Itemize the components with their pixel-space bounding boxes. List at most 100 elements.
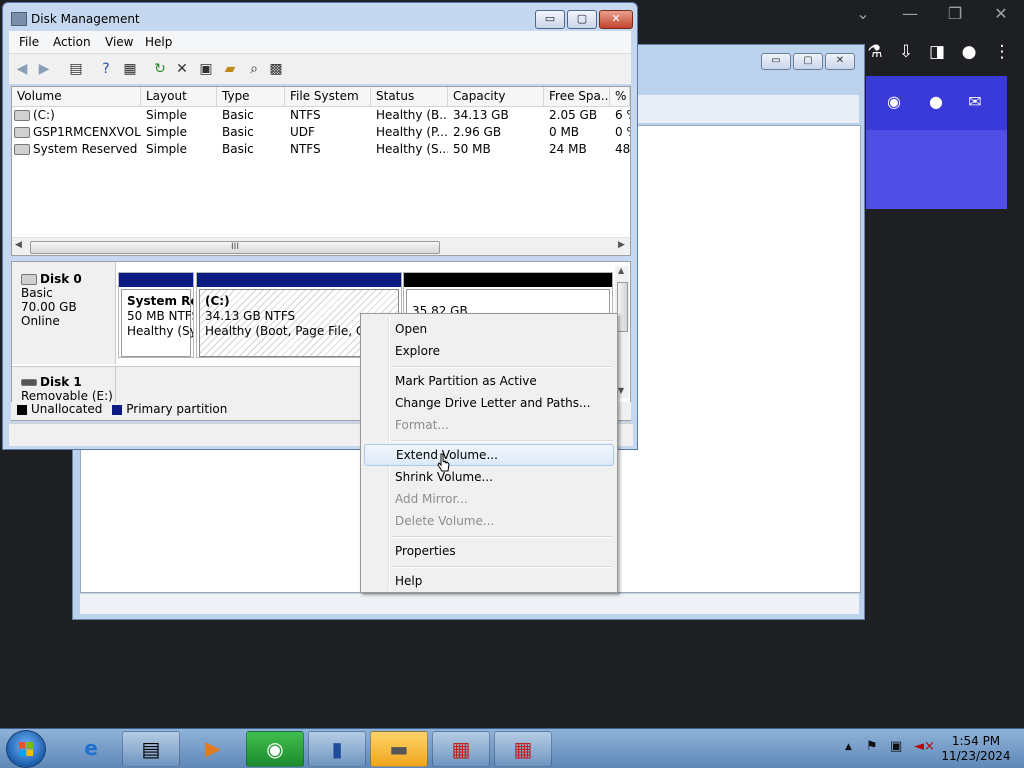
column-volume[interactable]: Volume <box>12 87 141 106</box>
free-space-cell: 2.05 GB <box>549 108 598 122</box>
free-space-cell: 0 MB <box>549 125 580 139</box>
layout-cell: Simple <box>146 142 187 156</box>
more-icon[interactable]: ⋮ <box>989 42 1015 62</box>
status-cell: Healthy (S... <box>376 142 448 156</box>
volume-name: (C:) <box>33 108 55 122</box>
menu-view[interactable]: View <box>105 35 133 49</box>
sidebar-icon[interactable]: ◨ <box>924 42 950 62</box>
flag-icon[interactable]: ⚑ <box>866 739 878 754</box>
menu-separator <box>391 536 613 538</box>
mail-icon[interactable]: ✉ <box>962 92 988 111</box>
minimize-icon[interactable]: — <box>895 4 925 23</box>
back-icon[interactable]: ◀ <box>13 60 31 78</box>
column-percent-free[interactable]: % F <box>610 87 630 106</box>
minimize-button[interactable]: ▭ <box>535 10 565 29</box>
free-space-cell: 24 MB <box>549 142 587 156</box>
column-status[interactable]: Status <box>371 87 448 106</box>
network-tool-icon[interactable]: ▮ <box>308 731 366 767</box>
toolbox-icon[interactable]: ▦ <box>494 731 552 767</box>
show-hidden-icons-icon[interactable]: ▲ <box>845 742 852 752</box>
internet-explorer-icon[interactable]: e <box>62 731 120 767</box>
restore-icon[interactable]: ❐ <box>940 4 970 23</box>
table-row[interactable]: (C:) Simple Basic NTFS Healthy (B... 34.… <box>12 107 630 124</box>
menu-add-mirror: Add Mirror... <box>395 492 468 506</box>
chevron-down-icon[interactable]: ⌄ <box>848 4 878 23</box>
discord-icon[interactable]: ◉ <box>881 92 907 111</box>
forward-icon[interactable]: ▶ <box>35 60 53 78</box>
partition-bar <box>197 273 401 287</box>
menu-format: Format... <box>395 418 449 432</box>
scanner-icon[interactable]: ▬ <box>370 731 428 767</box>
column-file-system[interactable]: File System <box>285 87 371 106</box>
refresh-icon[interactable]: ↻ <box>151 60 169 78</box>
removable-disk-icon <box>21 379 37 386</box>
filesystem-cell: NTFS <box>290 108 321 122</box>
start-button[interactable] <box>6 730 46 768</box>
column-capacity[interactable]: Capacity <box>448 87 544 106</box>
menu-properties[interactable]: Properties <box>364 540 614 562</box>
properties-icon[interactable]: ▣ <box>197 60 215 78</box>
scroll-right-icon[interactable]: ▶ <box>618 240 625 250</box>
menu-change-drive-letter[interactable]: Change Drive Letter and Paths... <box>364 392 614 414</box>
menu-file[interactable]: File <box>19 35 39 49</box>
menu-help-item[interactable]: Help <box>364 570 614 592</box>
column-free-space[interactable]: Free Spa... <box>544 87 610 106</box>
disk-management-icon <box>11 12 27 26</box>
scroll-down-icon[interactable]: ▼ <box>618 386 624 395</box>
horizontal-scrollbar[interactable]: ◀ III ▶ <box>12 237 630 255</box>
table-row[interactable]: GSP1RMCENXVOL... Simple Basic UDF Health… <box>12 124 630 141</box>
menu-help[interactable]: Help <box>145 35 172 49</box>
disk-1-label[interactable]: Disk 1 Removable (E:) <box>12 366 116 404</box>
search-icon[interactable]: ⌕ <box>245 60 263 78</box>
show-hide-tree-icon[interactable]: ▤ <box>67 60 85 78</box>
menu-extend-volume[interactable]: Extend Volume... <box>364 444 614 466</box>
background-maximize-button[interactable]: ▢ <box>793 53 823 70</box>
settings-icon[interactable]: ▩ <box>267 60 285 78</box>
scroll-thumb[interactable]: III <box>30 241 440 254</box>
media-player-icon[interactable]: ▶ <box>184 731 242 767</box>
menu-separator <box>391 440 613 442</box>
open-icon[interactable]: ▰ <box>221 60 239 78</box>
delete-icon[interactable]: ✕ <box>173 60 191 78</box>
profile-icon[interactable]: ● <box>956 42 982 62</box>
menu-separator <box>391 566 613 568</box>
download-icon[interactable]: ⇩ <box>893 42 919 62</box>
disk-0-label[interactable]: Disk 0 Basic 70.00 GB Online <box>12 262 116 364</box>
disk-0-type: Basic <box>21 286 53 300</box>
network-icon[interactable]: ▣ <box>890 739 902 754</box>
close-button[interactable]: ✕ <box>599 10 633 29</box>
percent-free-cell: 6 % <box>615 108 630 122</box>
scroll-left-icon[interactable]: ◀ <box>15 240 22 250</box>
background-statusbar <box>80 593 859 614</box>
maximize-button[interactable]: ▢ <box>567 10 597 29</box>
panel-icon[interactable]: ▦ <box>121 60 139 78</box>
volume-muted-icon[interactable]: ◄× <box>914 739 935 754</box>
menu-action[interactable]: Action <box>53 35 91 49</box>
help-icon[interactable]: ? <box>97 60 115 78</box>
scroll-up-icon[interactable]: ▲ <box>618 266 624 275</box>
menu-mark-active[interactable]: Mark Partition as Active <box>364 370 614 392</box>
background-close-button[interactable]: ✕ <box>825 53 855 70</box>
menu-shrink-volume[interactable]: Shrink Volume... <box>364 466 614 488</box>
filesystem-cell: UDF <box>290 125 315 139</box>
menu-explore[interactable]: Explore <box>364 340 614 362</box>
partition-system-reserved[interactable]: System Res 50 MB NTFS Healthy (Sys <box>118 272 194 358</box>
clock[interactable]: 1:54 PM 11/23/2024 <box>938 734 1014 764</box>
column-layout[interactable]: Layout <box>141 87 217 106</box>
menu-open[interactable]: Open <box>364 318 614 340</box>
flask-icon[interactable]: ⚗ <box>862 42 888 62</box>
toolbox-icon[interactable]: ▦ <box>432 731 490 767</box>
github-icon[interactable]: ● <box>923 92 949 111</box>
social-panel: ◉ ● ✉ <box>866 76 1007 209</box>
background-minimize-button[interactable]: ▭ <box>761 53 791 70</box>
browser-icon[interactable]: ◉ <box>246 731 304 767</box>
drive-icon <box>14 144 30 155</box>
column-type[interactable]: Type <box>217 87 285 106</box>
scroll-thumb[interactable] <box>617 282 628 332</box>
table-row[interactable]: System Reserved Simple Basic NTFS Health… <box>12 141 630 158</box>
type-cell: Basic <box>222 142 254 156</box>
disk-0-name: Disk 0 <box>40 272 82 286</box>
legend-primary: Primary partition <box>126 402 228 416</box>
close-icon[interactable]: ✕ <box>986 4 1016 23</box>
file-explorer-icon[interactable]: ▤ <box>122 731 180 767</box>
